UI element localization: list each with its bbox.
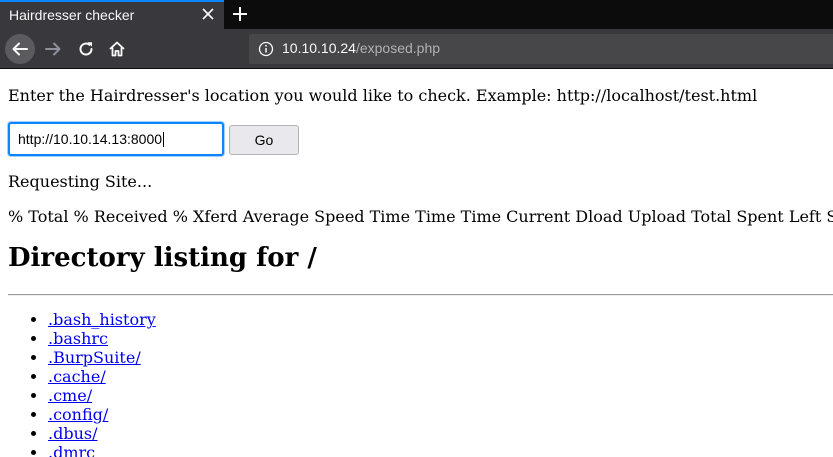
forward-arrow-icon[interactable] xyxy=(38,34,68,64)
directory-list: .bash_history .bashrc .BurpSuite/ .cache… xyxy=(8,310,156,457)
go-button[interactable]: Go xyxy=(229,125,299,155)
tab-active[interactable]: Hairdresser checker xyxy=(0,0,224,29)
address-bar[interactable]: 10.10.10.24/exposed.php xyxy=(249,34,833,64)
location-input[interactable]: http://10.10.14.13:8000 xyxy=(8,122,224,156)
text-caret xyxy=(163,132,165,147)
back-arrow-icon[interactable] xyxy=(5,34,35,64)
list-item: .cache/ xyxy=(48,367,156,386)
page-content: Enter the Hairdresser's location you wou… xyxy=(0,70,833,457)
url-text: 10.10.10.24/exposed.php xyxy=(282,40,440,56)
file-link[interactable]: .dbus/ xyxy=(48,424,97,443)
file-link[interactable]: .cache/ xyxy=(48,367,106,386)
info-icon[interactable] xyxy=(258,41,274,57)
list-item: .dmrc xyxy=(48,443,156,457)
list-item: .bashrc xyxy=(48,329,156,348)
tab-title: Hairdresser checker xyxy=(9,7,135,23)
reload-icon[interactable] xyxy=(71,34,101,64)
tab-bar: Hairdresser checker xyxy=(0,0,833,29)
file-link[interactable]: .config/ xyxy=(48,405,108,424)
location-input-value: http://10.10.14.13:8000 xyxy=(18,131,163,147)
list-item: .cme/ xyxy=(48,386,156,405)
list-item: .bash_history xyxy=(48,310,156,329)
horizontal-rule xyxy=(8,294,833,296)
close-icon[interactable] xyxy=(200,6,216,22)
file-link[interactable]: .cme/ xyxy=(48,386,92,405)
file-link[interactable]: .bashrc xyxy=(48,329,108,348)
curl-progress-header: % Total % Received % Xferd Average Speed… xyxy=(8,207,833,226)
plus-icon[interactable] xyxy=(229,3,251,25)
url-host: 10.10.10.24 xyxy=(282,40,356,56)
file-link[interactable]: .bash_history xyxy=(48,310,156,329)
home-icon[interactable] xyxy=(102,34,132,64)
status-text: Requesting Site... xyxy=(8,172,153,191)
file-link[interactable]: .BurpSuite/ xyxy=(48,348,141,367)
list-item: .config/ xyxy=(48,405,156,424)
navigation-toolbar: 10.10.10.24/exposed.php xyxy=(0,29,833,69)
list-item: .dbus/ xyxy=(48,424,156,443)
directory-heading: Directory listing for / xyxy=(8,243,317,273)
instruction-text: Enter the Hairdresser's location you wou… xyxy=(8,86,758,105)
url-path: /exposed.php xyxy=(355,40,441,56)
file-link[interactable]: .dmrc xyxy=(48,443,95,457)
list-item: .BurpSuite/ xyxy=(48,348,156,367)
